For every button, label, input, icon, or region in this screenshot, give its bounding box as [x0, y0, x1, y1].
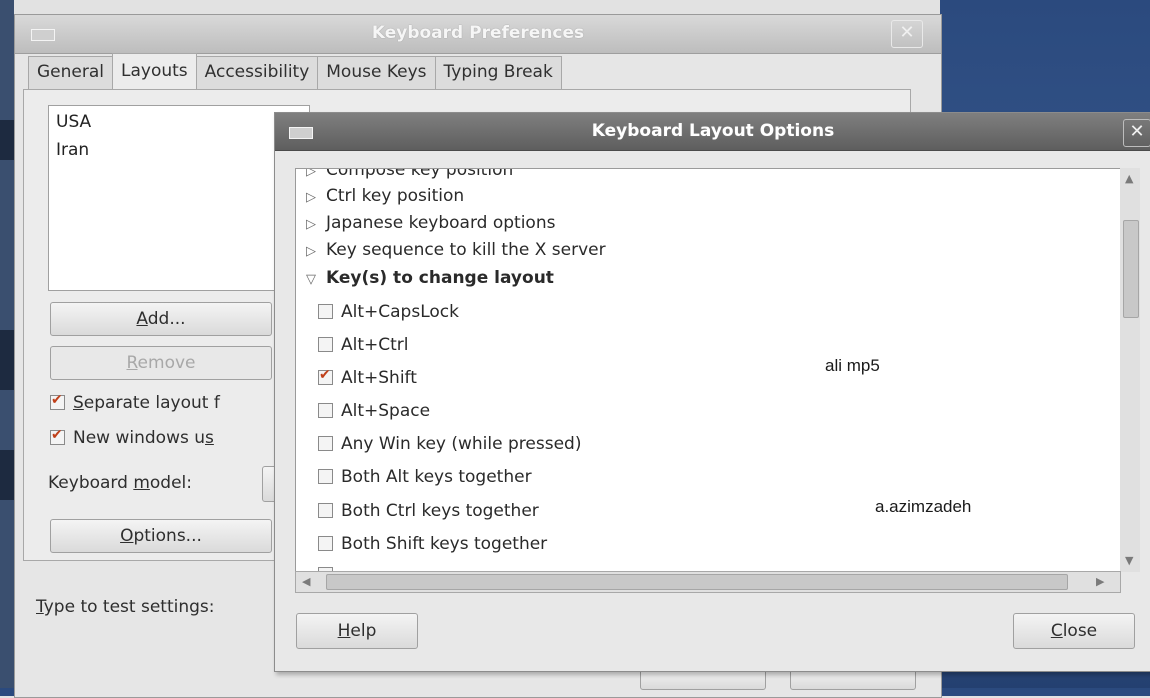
option-both-alt-keys[interactable]: Both Alt keys together [318, 467, 532, 487]
tab-accessibility[interactable]: Accessibility [195, 56, 319, 89]
option-both-shift-keys[interactable]: Both Shift keys together [318, 534, 547, 554]
triangle-right-icon[interactable]: ▷ [306, 244, 326, 259]
window-title: Keyboard Preferences [371, 23, 585, 43]
keyboard-layout-options-dialog: Keyboard Layout Options ✕ ▷ Compose key p… [274, 112, 1150, 672]
tree-row-kill-x[interactable]: ▷ Key sequence to kill the X server [306, 240, 606, 260]
option-alt-space[interactable]: Alt+Space [318, 401, 430, 421]
list-item[interactable]: Iran [49, 136, 309, 164]
separate-layout-checkbox[interactable]: Separate layout f [50, 392, 220, 413]
vertical-scrollbar[interactable]: ▲ ▼ [1120, 168, 1140, 572]
checkbox-icon[interactable] [318, 337, 333, 352]
triangle-right-icon[interactable]: ▷ [306, 217, 326, 232]
tab-bar: General Layouts Accessibility Mouse Keys… [28, 53, 562, 90]
close-button[interactable]: Close [1013, 613, 1135, 649]
checkbox-icon[interactable] [318, 436, 333, 451]
close-icon[interactable]: ✕ [1123, 119, 1150, 147]
option-alt-shift[interactable]: Alt+Shift [318, 367, 417, 388]
options-tree[interactable]: ▷ Compose key position ▷ Ctrl key position… [295, 168, 1121, 574]
layouts-list[interactable]: USA Iran [48, 105, 310, 291]
desktop-item [0, 120, 14, 160]
tree-row-japanese[interactable]: ▷ Japanese keyboard options [306, 213, 555, 233]
option-alt-capslock[interactable]: Alt+CapsLock [318, 302, 459, 322]
triangle-right-icon[interactable]: ▷ [306, 169, 326, 179]
tree-row-compose[interactable]: ▷ Compose key position [306, 169, 513, 180]
tree-row-ctrl[interactable]: ▷ Ctrl key position [306, 186, 464, 206]
overlay-note-azimzadeh: a.azimzadeh [875, 497, 972, 516]
type-to-test-label: Type to test settings: [36, 597, 215, 617]
checkbox-icon[interactable] [318, 469, 333, 484]
title-bar[interactable]: Keyboard Layout Options ✕ [275, 113, 1150, 151]
checkbox-checked-icon[interactable] [318, 367, 333, 385]
arrow-right-icon[interactable]: ▶ [1096, 575, 1104, 588]
option-alt-ctrl[interactable]: Alt+Ctrl [318, 335, 409, 355]
checkbox-icon[interactable] [318, 403, 333, 418]
close-icon[interactable]: ✕ [891, 20, 923, 48]
checkbox-icon[interactable] [318, 304, 333, 319]
add-button[interactable]: Add... [50, 302, 272, 336]
checkbox-checked-icon[interactable] [50, 392, 65, 410]
checkbox-checked-icon[interactable] [50, 427, 65, 445]
tab-mouse-keys[interactable]: Mouse Keys [317, 56, 436, 89]
tree-row-change-layout[interactable]: ▽ Key(s) to change layout [306, 268, 554, 288]
tab-typing-break[interactable]: Typing Break [434, 56, 562, 89]
triangle-right-icon[interactable]: ▷ [306, 190, 326, 205]
option-any-win-key[interactable]: Any Win key (while pressed) [318, 434, 581, 454]
list-item[interactable]: USA [49, 108, 309, 136]
arrow-down-icon[interactable]: ▼ [1125, 554, 1133, 567]
checkbox-icon[interactable] [318, 536, 333, 551]
help-button[interactable]: Help [296, 613, 418, 649]
arrow-up-icon[interactable]: ▲ [1125, 172, 1133, 185]
tab-general[interactable]: General [28, 56, 113, 89]
checkbox-icon[interactable] [318, 503, 333, 518]
desktop-item [0, 330, 14, 390]
remove-button[interactable]: Remove [50, 346, 272, 380]
title-bar[interactable]: Keyboard Preferences ✕ [15, 15, 941, 54]
horizontal-scrollbar[interactable]: ◀ ▶ [295, 571, 1121, 593]
new-windows-checkbox[interactable]: New windows us [50, 427, 214, 448]
horizontal-scroll-thumb[interactable] [326, 574, 1068, 590]
triangle-down-icon[interactable]: ▽ [306, 272, 326, 287]
option-both-ctrl-keys[interactable]: Both Ctrl keys together [318, 501, 539, 521]
desktop-item [0, 450, 14, 500]
options-button[interactable]: Options... [50, 519, 272, 553]
arrow-left-icon[interactable]: ◀ [302, 575, 310, 588]
overlay-note-ali-mp5: ali mp5 [825, 356, 880, 375]
tab-layouts[interactable]: Layouts [112, 53, 197, 89]
dialog-title: Keyboard Layout Options [591, 121, 835, 141]
keyboard-model-label: Keyboard model: [48, 473, 192, 493]
vertical-scroll-thumb[interactable] [1123, 220, 1139, 318]
